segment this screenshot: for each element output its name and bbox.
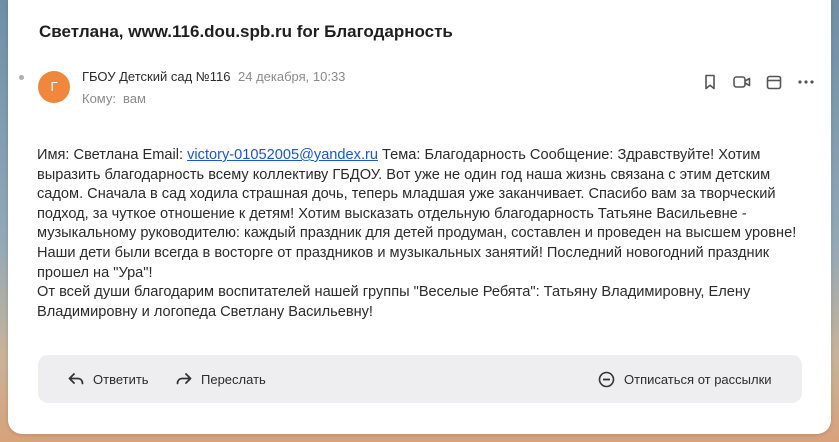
unsubscribe-button[interactable]: Отписаться от рассылки xyxy=(598,355,772,403)
recipient-value: вам xyxy=(123,91,146,106)
more-icon[interactable] xyxy=(796,72,816,92)
email-link[interactable]: victory-01052005@yandex.ru xyxy=(187,147,378,163)
recipient-label: Кому: xyxy=(82,91,116,106)
forward-label: Переслать xyxy=(201,371,266,387)
avatar[interactable]: Г xyxy=(38,71,70,103)
body-text-part2: Тема: Благодарность Сообщение: Здравству… xyxy=(37,147,797,281)
unsubscribe-icon xyxy=(598,371,615,387)
bookmark-icon[interactable] xyxy=(700,72,720,92)
unread-dot[interactable] xyxy=(19,75,24,80)
email-card: Светлана, www.116.dou.spb.ru for Благода… xyxy=(8,0,831,434)
calendar-icon[interactable] xyxy=(764,72,784,92)
unsubscribe-label: Отписаться от рассылки xyxy=(624,371,772,387)
reply-label: Ответить xyxy=(93,371,149,387)
action-bar: Ответить Переслать Отписаться от рассылк… xyxy=(38,355,802,403)
email-body: Имя: Светлана Email: victory-01052005@ya… xyxy=(37,146,797,322)
forward-button[interactable]: Переслать xyxy=(176,355,266,403)
video-icon[interactable] xyxy=(732,72,752,92)
reply-button[interactable]: Ответить xyxy=(68,355,149,403)
email-date: 24 декабря, 10:33 xyxy=(238,69,346,84)
sender-name[interactable]: ГБОУ Детский сад №116 xyxy=(82,69,230,84)
body-paragraph-2: От всей души благодарим воспитателей наш… xyxy=(37,284,751,320)
forward-icon xyxy=(176,373,192,385)
email-subject: Светлана, www.116.dou.spb.ru for Благода… xyxy=(39,22,453,41)
reply-icon xyxy=(68,373,84,385)
body-text-part1: Имя: Светлана Email: xyxy=(37,147,188,163)
